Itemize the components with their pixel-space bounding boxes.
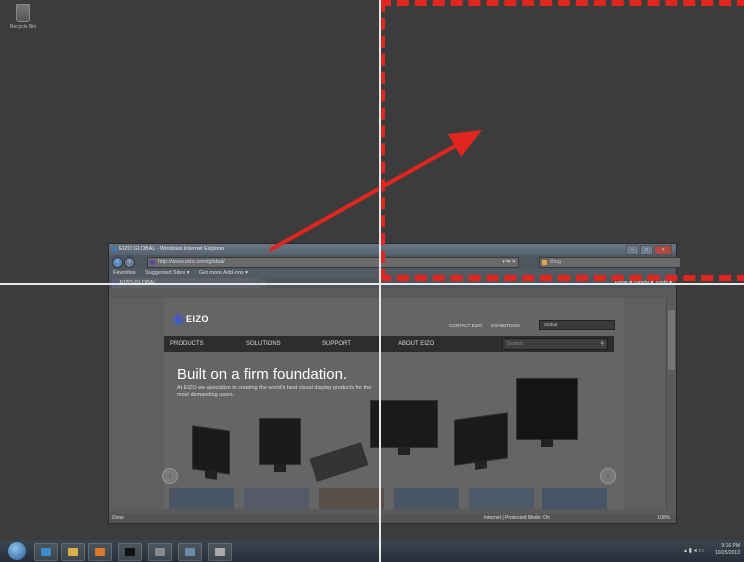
annotation-arrow [269, 130, 482, 252]
crosshair-vertical-line [379, 0, 381, 562]
crosshair-horizontal-line [0, 283, 744, 285]
